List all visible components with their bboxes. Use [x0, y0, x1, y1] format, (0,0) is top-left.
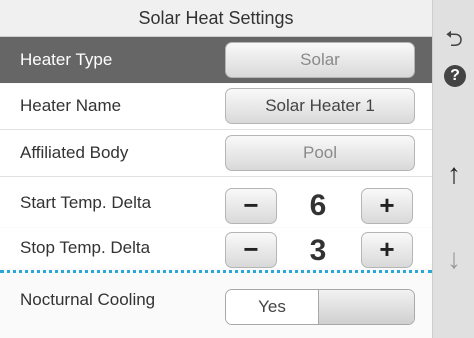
row-stop-temp-delta: Stop Temp. Delta − 3 +: [0, 228, 432, 268]
stop-delta-label: Stop Temp. Delta: [20, 238, 151, 257]
sidebar: ⮌ ? ↑ ↓: [432, 0, 474, 338]
back-icon[interactable]: ⮌: [433, 22, 474, 60]
heater-type-label: Heater Type: [20, 50, 113, 69]
start-delta-decrement-button[interactable]: −: [225, 188, 277, 224]
nocturnal-cooling-label: Nocturnal Cooling: [20, 290, 156, 309]
row-heater-name[interactable]: Heater Name Solar Heater 1: [0, 84, 432, 130]
stop-delta-decrement-button[interactable]: −: [225, 232, 277, 268]
arrow-up-icon[interactable]: ↑: [433, 158, 474, 190]
toggle-yes-label: Yes: [226, 290, 318, 324]
page-title: Solar Heat Settings: [0, 0, 432, 37]
row-start-temp-delta: Start Temp. Delta − 6 +: [0, 177, 432, 227]
arrow-down-icon[interactable]: ↓: [433, 243, 474, 275]
stop-delta-increment-button[interactable]: +: [361, 232, 413, 268]
start-delta-increment-button[interactable]: +: [361, 188, 413, 224]
row-affiliated-body[interactable]: Affiliated Body Pool: [0, 130, 432, 177]
row-heater-type[interactable]: Heater Type Solar: [0, 37, 432, 83]
start-delta-label: Start Temp. Delta: [20, 193, 152, 212]
settings-panel: Solar Heat Settings Heater Type Solar He…: [0, 0, 432, 338]
heater-name-label: Heater Name: [20, 96, 122, 115]
nocturnal-cooling-toggle[interactable]: Yes: [225, 289, 415, 325]
help-icon[interactable]: ?: [444, 65, 466, 87]
affiliated-body-button[interactable]: Pool: [225, 135, 415, 171]
start-delta-value: 6: [309, 189, 327, 222]
toggle-knob[interactable]: [318, 290, 414, 324]
dotted-divider: [0, 270, 432, 273]
stop-delta-value: 3: [309, 234, 327, 267]
heater-name-button[interactable]: Solar Heater 1: [225, 88, 415, 124]
affiliated-body-label: Affiliated Body: [20, 143, 129, 162]
heater-type-button[interactable]: Solar: [225, 42, 415, 78]
